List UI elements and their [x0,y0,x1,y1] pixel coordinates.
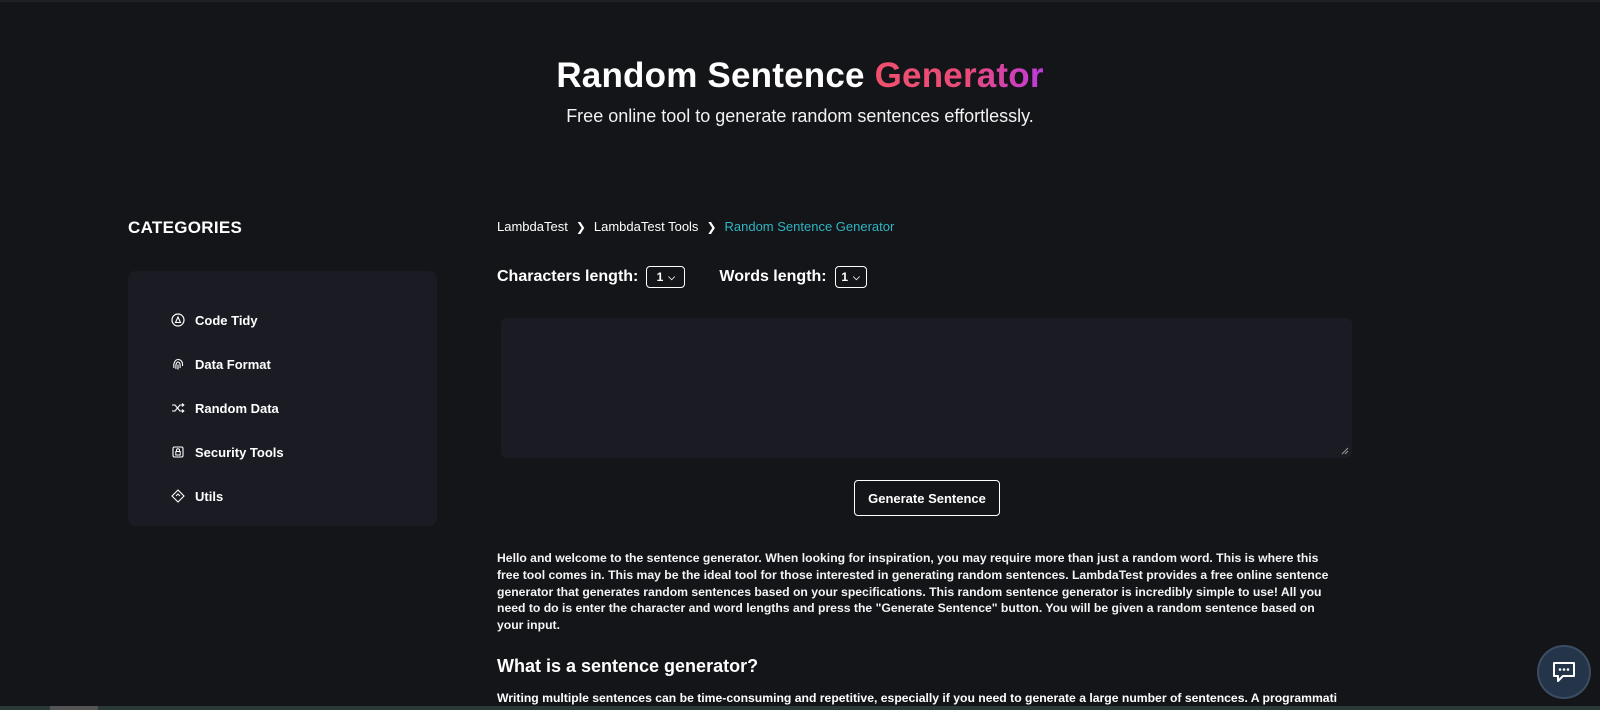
length-controls: Characters length: 1 ⌵ Words length: 1 ⌵ [497,266,901,288]
words-length-select[interactable]: 1 ⌵ [834,266,867,288]
lock-icon [172,446,184,458]
sentence-output-textarea[interactable] [501,318,1352,458]
chat-button[interactable] [1537,645,1591,699]
characters-length-select[interactable]: 1 ⌵ [646,266,686,288]
fingerprint-icon [173,358,184,370]
chevron-down-icon: ⌵ [853,271,860,282]
breadcrumb: LambdaTest ❯ LambdaTest Tools ❯ Random S… [497,219,894,234]
chat-icon [1553,662,1575,682]
top-border [0,0,1600,2]
chevron-right-icon: ❯ [706,219,717,234]
sidebar-item-label: Code Tidy [195,312,258,328]
sidebar-item-utils[interactable]: Utils [128,474,437,518]
sidebar-item-label: Random Data [195,400,279,416]
title-accent: Generator [874,56,1044,95]
generate-sentence-button[interactable]: Generate Sentence [854,480,1000,516]
sidebar-item-label: Security Tools [195,444,284,460]
code-tidy-icon [171,313,185,327]
scrollbar-thumb[interactable] [50,706,98,710]
words-length-value: 1 [841,270,849,284]
section-paragraph: Writing multiple sentences can be time-c… [497,691,1337,705]
sidebar-item-label: Utils [195,488,224,504]
words-length-label: Words length: [719,268,827,285]
sidebar-item-label: Data Format [195,356,271,372]
sidebar-item-code-tidy[interactable]: Code Tidy [128,298,437,342]
intro-paragraph: Hello and welcome to the sentence genera… [497,551,1329,633]
chevron-right-icon: ❯ [575,219,586,234]
hero: Random Sentence Generator Free online to… [0,50,1600,127]
sidebar-item-data-format[interactable]: Data Format [128,342,437,386]
breadcrumb-current: Random Sentence Generator [724,219,895,234]
chevron-down-icon: ⌵ [668,271,676,282]
shuffle-icon [172,403,185,413]
page-title: Random Sentence Generator [0,50,1600,102]
breadcrumb-lambdatest-tools[interactable]: LambdaTest Tools [594,219,699,234]
diamond-icon [171,489,185,503]
categories-title: CATEGORIES [128,218,243,237]
resize-handle-icon[interactable] [1341,447,1349,455]
horizontal-scrollbar[interactable] [0,706,1600,710]
title-main: Random Sentence [556,56,865,95]
page-subtitle: Free online tool to generate random sent… [566,106,1034,126]
characters-length-label: Characters length: [497,268,639,285]
characters-length-value: 1 [656,270,664,284]
section-heading: What is a sentence generator? [497,656,759,676]
sidebar-item-random-data[interactable]: Random Data [128,386,437,430]
sidebar-item-security-tools[interactable]: Security Tools [128,430,437,474]
breadcrumb-lambdatest[interactable]: LambdaTest [497,219,568,234]
categories-sidebar: Code Tidy Data Format Random Data Securi… [128,271,437,526]
